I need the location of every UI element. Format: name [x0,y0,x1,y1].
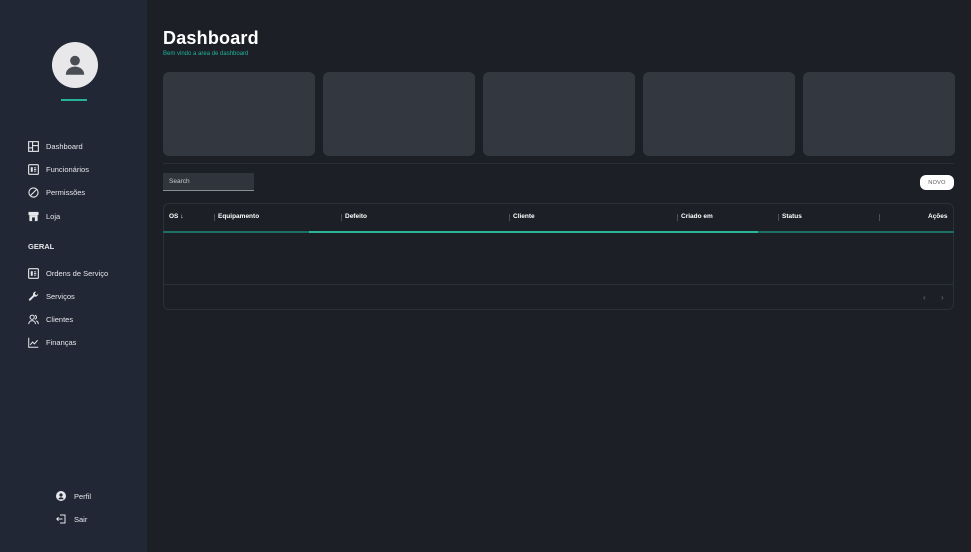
section-title-geral: GERAL [28,242,55,251]
search-input[interactable] [163,173,254,191]
profile-label: Perfil [74,491,92,501]
page-title: Dashboard [163,28,259,48]
stat-card [163,72,315,156]
page-subtitle: Bem vindo a area de dashboard [163,51,249,57]
column-separator [341,214,342,221]
sidebar-item-loja[interactable]: Loja [28,209,60,223]
sidebar-item-label: Permissões [46,187,86,197]
sidebar-item-servicos[interactable]: Serviços [28,289,75,303]
logout-label: Sair [74,514,88,524]
column-header-defeito[interactable]: Defeito [345,213,367,220]
column-separator [677,214,678,221]
id-card-icon [28,267,39,279]
stat-card [483,72,635,156]
column-separator [509,214,510,221]
pagination-prev-button[interactable]: ‹ [923,293,926,302]
column-header-equipamento[interactable]: Equipamento [218,213,259,220]
table-footer-divider [163,284,954,285]
sidebar-item-label: Serviços [46,291,75,301]
column-separator [778,214,779,221]
block-icon [28,186,39,198]
profile-link[interactable]: Perfil [56,491,91,501]
people-icon [28,314,39,325]
sidebar-item-financas[interactable]: Finanças [28,335,76,349]
column-header-status[interactable]: Status [782,213,802,220]
sidebar-item-label: Ordens de Serviço [46,268,109,278]
data-table [163,203,954,310]
new-button[interactable]: NOVO [920,175,954,190]
sidebar-item-label: Funcionários [46,164,89,174]
column-separator [879,214,880,221]
sidebar-item-label: Loja [46,211,61,221]
sidebar-item-label: Clientes [46,314,74,324]
pagination-next-button[interactable]: › [941,293,944,302]
user-icon [65,55,85,75]
stat-card [803,72,955,156]
column-separator [214,214,215,221]
sidebar: Dashboard Funcionários Permissões Loja G… [0,0,147,552]
stat-card [643,72,795,156]
sidebar-item-label: Dashboard [46,141,83,151]
section-divider [163,163,954,164]
id-card-icon [28,163,39,175]
avatar-underline [61,99,87,101]
dashboard-icon [28,140,39,152]
chart-line-icon [28,337,39,348]
column-header-acoes: Ações [928,213,948,220]
user-circle-icon [56,491,66,501]
sidebar-item-ordens-de-servico[interactable]: Ordens de Serviço [28,266,108,280]
stat-card [323,72,475,156]
column-header-criado-em[interactable]: Criado em [681,213,713,220]
sidebar-item-permissoes[interactable]: Permissões [28,185,85,199]
avatar[interactable] [52,42,98,88]
sidebar-item-dashboard[interactable]: Dashboard [28,139,83,153]
logout-icon [56,514,66,524]
sidebar-item-clientes[interactable]: Clientes [28,312,73,326]
loading-progress-bar [309,231,758,233]
column-header-cliente[interactable]: Cliente [513,213,535,220]
wrench-icon [28,291,39,302]
store-icon [28,211,39,222]
logout-button[interactable]: Sair [56,514,87,524]
sidebar-item-label: Finanças [46,337,77,347]
column-header-os[interactable]: OS ↓ [169,213,183,220]
sidebar-item-funcionarios[interactable]: Funcionários [28,162,89,176]
